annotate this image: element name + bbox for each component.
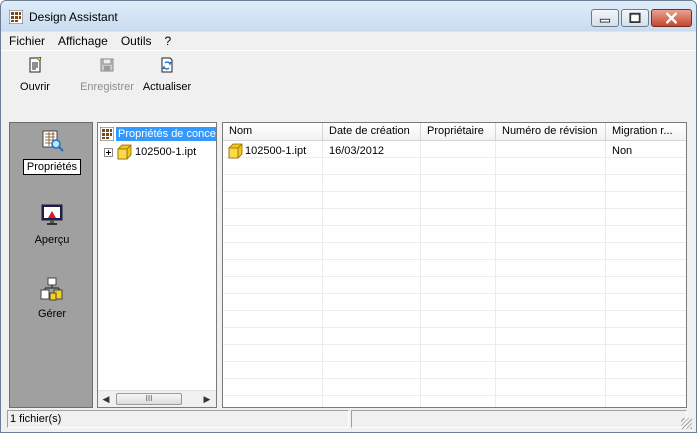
properties-node-icon: [100, 127, 114, 141]
file-list[interactable]: Nom Date de création Propriétaire Numéro…: [222, 122, 687, 408]
status-bar: 1 fichier(s): [1, 408, 696, 432]
file-name: 102500-1.ipt: [245, 144, 307, 157]
expand-icon[interactable]: [104, 147, 113, 157]
table-row[interactable]: 102500-1.ipt 16/03/2012 Non: [223, 142, 686, 159]
tree-root[interactable]: Propriétés de conce: [100, 125, 216, 143]
save-label: Enregistrer: [80, 81, 134, 93]
cell-migration: Non: [612, 144, 633, 157]
part-icon: [228, 143, 243, 158]
tree-item-part[interactable]: 102500-1.ipt: [104, 143, 196, 161]
menu-bar: Fichier Affichage Outils ?: [1, 32, 696, 50]
minimize-icon: [599, 18, 611, 23]
nav-item-properties[interactable]: Propriétés: [10, 129, 94, 175]
cell-name: 102500-1.ipt: [223, 143, 323, 159]
preview-icon: [41, 204, 63, 225]
open-button[interactable]: Ouvrir: [13, 57, 57, 101]
resize-grip-icon[interactable]: [681, 418, 692, 429]
nav-manage-label: Gérer: [37, 308, 67, 320]
nav-properties-label: Propriétés: [22, 159, 82, 175]
column-header-revision[interactable]: Numéro de révision: [496, 123, 606, 141]
scroll-thumb[interactable]: III: [116, 393, 182, 405]
cell-created: 16/03/2012: [329, 144, 385, 157]
save-button[interactable]: Enregistrer: [78, 57, 136, 101]
tree-panel[interactable]: Propriétés de conce 102500-1.ipt ◀ III ▶: [97, 122, 217, 408]
scroll-right-icon[interactable]: ▶: [202, 394, 212, 404]
nav-preview-label: Aperçu: [34, 234, 70, 246]
close-icon: [666, 12, 677, 24]
toolbar: Ouvrir Enregistrer Actualiser: [1, 50, 696, 118]
nav-panel: Propriétés Aperçu Gérer: [9, 122, 93, 408]
maximize-button[interactable]: [621, 9, 649, 27]
column-header-name[interactable]: Nom: [223, 123, 323, 141]
open-icon: [29, 57, 42, 73]
grid-line: [322, 141, 323, 407]
nav-item-preview[interactable]: Aperçu: [10, 203, 94, 247]
scroll-left-icon[interactable]: ◀: [101, 394, 111, 404]
grid-line: [420, 141, 421, 407]
status-file-count: 1 fichier(s): [7, 410, 349, 428]
tree-item-label: 102500-1.ipt: [135, 146, 197, 158]
minimize-button[interactable]: [591, 9, 619, 27]
tree-horizontal-scrollbar[interactable]: ◀ III ▶: [98, 390, 216, 407]
window-title: Design Assistant: [29, 10, 118, 24]
grid-line: [605, 141, 606, 407]
column-header-created[interactable]: Date de création: [323, 123, 421, 141]
menu-help[interactable]: ?: [165, 34, 172, 48]
grid-line: [495, 141, 496, 407]
menu-affichage[interactable]: Affichage: [58, 34, 108, 48]
nav-item-manage[interactable]: Gérer: [10, 277, 94, 321]
menu-outils[interactable]: Outils: [121, 34, 152, 48]
list-header: Nom Date de création Propriétaire Numéro…: [223, 123, 686, 141]
close-button[interactable]: [651, 9, 692, 27]
maximize-icon: [629, 12, 641, 23]
save-icon: [100, 58, 114, 72]
column-header-owner[interactable]: Propriétaire: [421, 123, 496, 141]
open-label: Ouvrir: [20, 81, 50, 93]
app-window: Design Assistant Fichier Affichage Outil…: [0, 0, 697, 433]
title-bar[interactable]: Design Assistant: [1, 1, 696, 31]
list-grid: [223, 141, 686, 407]
status-secondary: [351, 410, 687, 428]
refresh-icon: [161, 57, 173, 73]
design-assistant-icon: [9, 10, 23, 24]
tree-root-label: Propriétés de conce: [116, 127, 216, 141]
refresh-label: Actualiser: [142, 81, 192, 93]
part-icon: [117, 144, 132, 160]
properties-icon: [42, 130, 64, 152]
menu-fichier[interactable]: Fichier: [9, 34, 45, 48]
refresh-button[interactable]: Actualiser: [141, 57, 193, 101]
manage-icon: [40, 277, 63, 301]
column-header-migration[interactable]: Migration r...: [606, 123, 686, 141]
main-area: Propriétés Aperçu Gérer Propriétés de co…: [1, 118, 696, 408]
